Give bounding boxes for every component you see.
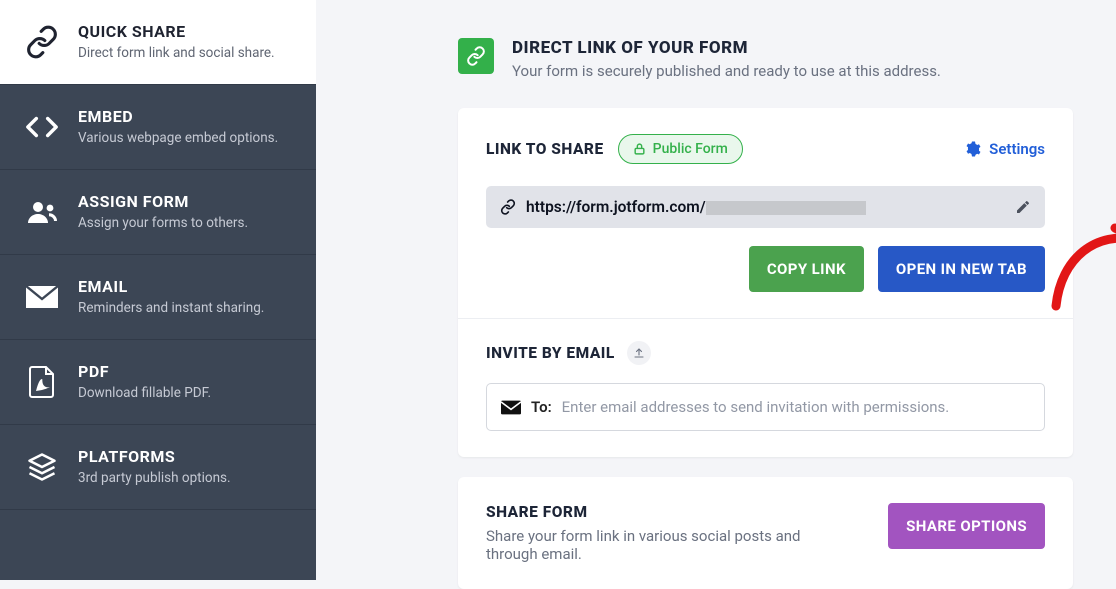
users-icon <box>22 192 62 232</box>
hero: DIRECT LINK OF YOUR FORM Your form is se… <box>458 38 1096 80</box>
hero-title: DIRECT LINK OF YOUR FORM <box>512 38 941 58</box>
link-section-title: LINK TO SHARE <box>486 140 604 158</box>
sidebar-item-subtitle: Download fillable PDF. <box>78 385 211 401</box>
pdf-icon <box>22 362 62 402</box>
sidebar-item-title: EMBED <box>78 107 278 126</box>
lock-icon <box>633 142 646 156</box>
open-in-new-tab-button[interactable]: OPEN IN NEW TAB <box>878 246 1045 292</box>
sidebar-item-title: EMAIL <box>78 277 264 296</box>
redacted-segment <box>706 201 866 215</box>
gear-icon <box>963 140 981 158</box>
sidebar-item-email[interactable]: EMAIL Reminders and instant sharing. <box>0 255 316 340</box>
share-options-button[interactable]: SHARE OPTIONS <box>888 503 1045 549</box>
main-panel: DIRECT LINK OF YOUR FORM Your form is se… <box>316 0 1116 580</box>
divider <box>458 318 1073 319</box>
sidebar-item-title: PLATFORMS <box>78 447 231 466</box>
sidebar-item-subtitle: Various webpage embed options. <box>78 130 278 146</box>
form-url: https://form.jotform.com/ <box>526 198 1005 216</box>
pencil-icon[interactable] <box>1015 199 1031 215</box>
sidebar-item-quick-share[interactable]: QUICK SHARE Direct form link and social … <box>0 0 316 85</box>
to-label: To: <box>531 398 552 416</box>
sidebar-item-title: PDF <box>78 362 211 381</box>
link-icon <box>500 199 516 215</box>
link-icon <box>458 38 494 74</box>
sidebar-item-title: QUICK SHARE <box>78 22 275 41</box>
public-form-badge-label: Public Form <box>653 141 728 157</box>
copy-link-button[interactable]: COPY LINK <box>749 246 864 292</box>
upload-icon[interactable] <box>627 341 651 365</box>
mail-icon <box>22 277 62 317</box>
public-form-badge[interactable]: Public Form <box>618 134 743 164</box>
share-section-subtitle: Share your form link in various social p… <box>486 527 826 563</box>
mail-icon <box>501 400 521 415</box>
settings-label: Settings <box>989 140 1045 158</box>
link-icon <box>22 22 62 62</box>
sidebar-item-platforms[interactable]: PLATFORMS 3rd party publish options. <box>0 425 316 510</box>
share-form-card: SHARE FORM Share your form link in vario… <box>458 477 1073 589</box>
invite-email-field[interactable]: To: <box>486 383 1045 431</box>
invite-email-input[interactable] <box>562 398 1030 416</box>
hero-subtitle: Your form is securely published and read… <box>512 62 941 80</box>
sidebar-item-subtitle: Assign your forms to others. <box>78 215 248 231</box>
code-icon <box>22 107 62 147</box>
settings-link[interactable]: Settings <box>963 140 1045 158</box>
sidebar-item-title: ASSIGN FORM <box>78 192 248 211</box>
link-to-share-card: LINK TO SHARE Public Form Settings https… <box>458 108 1073 457</box>
sidebar-item-subtitle: Reminders and instant sharing. <box>78 300 264 316</box>
layers-icon <box>22 447 62 487</box>
sidebar-item-embed[interactable]: EMBED Various webpage embed options. <box>0 85 316 170</box>
invite-section-title: INVITE BY EMAIL <box>486 344 615 362</box>
sidebar-item-subtitle: Direct form link and social share. <box>78 45 275 61</box>
form-url-field[interactable]: https://form.jotform.com/ <box>486 186 1045 228</box>
share-section-title: SHARE FORM <box>486 503 826 521</box>
sidebar-item-assign-form[interactable]: ASSIGN FORM Assign your forms to others. <box>0 170 316 255</box>
publish-sidebar: QUICK SHARE Direct form link and social … <box>0 0 316 580</box>
sidebar-item-subtitle: 3rd party publish options. <box>78 470 231 486</box>
sidebar-item-pdf[interactable]: PDF Download fillable PDF. <box>0 340 316 425</box>
